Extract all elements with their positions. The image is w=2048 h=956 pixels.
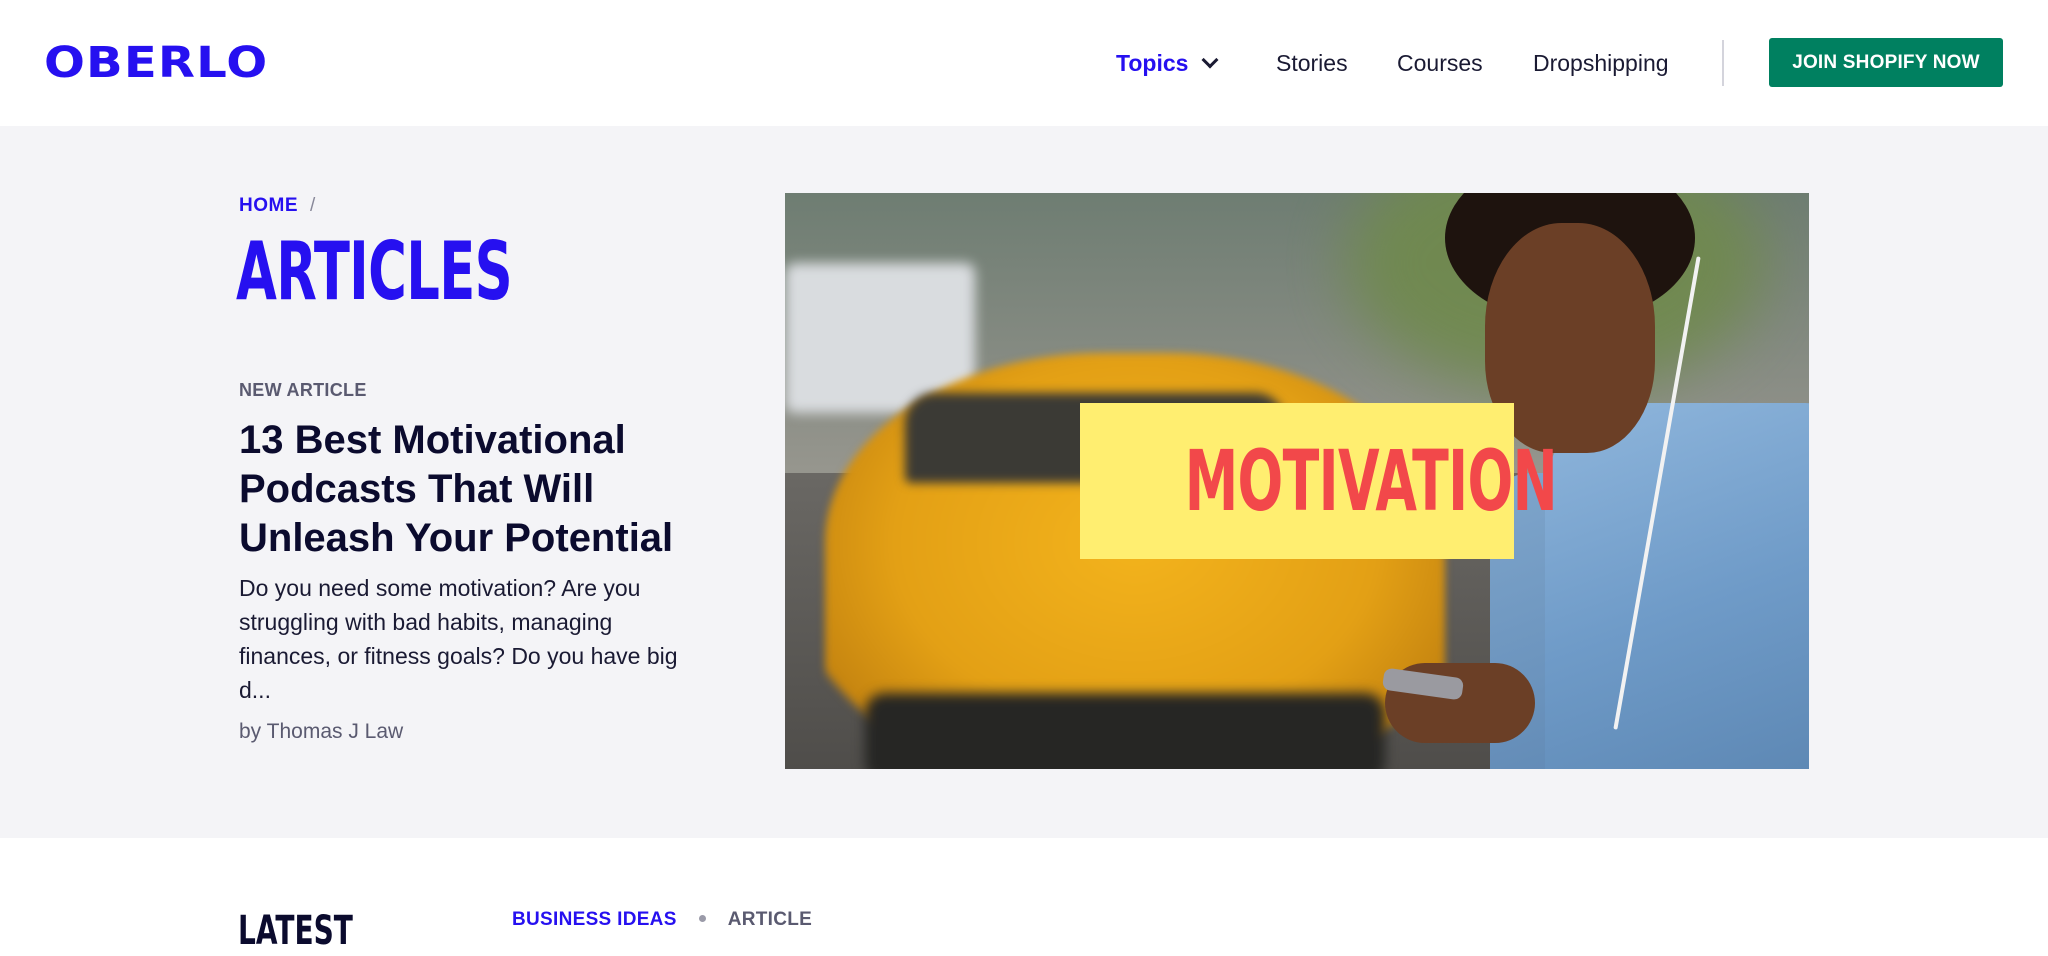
oberlo-logo[interactable]: OBERLO — [44, 40, 268, 86]
new-article-label: NEW ARTICLE — [239, 380, 367, 400]
category-link[interactable]: BUSINESS IDEAS — [512, 909, 677, 930]
hero-section: HOME / ARTICLES NEW ARTICLE 13 Best Motiv… — [0, 126, 2048, 838]
nav-divider — [1722, 40, 1724, 86]
motivation-overlay: MOTIVATION — [1080, 403, 1558, 559]
nav-courses[interactable]: Courses — [1397, 46, 1483, 80]
featured-article-excerpt: Do you need some motivation? Are you str… — [239, 575, 678, 703]
nav-dropshipping[interactable]: Dropshipping — [1533, 46, 1669, 80]
site-header: OBERLO Topics Stories Courses Dropshippi… — [0, 0, 2048, 126]
featured-article-image[interactable]: MOTIVATION — [785, 193, 1809, 769]
breadcrumb: HOME / — [239, 194, 315, 218]
motivation-overlay-text: MOTIVATION — [1080, 403, 1558, 559]
image-jacket — [1545, 403, 1809, 769]
nav-stories[interactable]: Stories — [1276, 46, 1348, 80]
featured-article-title[interactable]: 13 Best Motivational Podcasts That Will … — [239, 416, 709, 563]
breadcrumb-separator: / — [310, 195, 316, 216]
latest-article-meta: BUSINESS IDEAS ARTICLE — [512, 907, 812, 933]
latest-heading: LATEST — [238, 908, 353, 954]
page-title: ARTICLES — [236, 225, 513, 318]
nav-topics-label: Topics — [1116, 50, 1189, 76]
meta-separator-dot — [698, 915, 706, 922]
nav-topics[interactable]: Topics — [1116, 46, 1219, 80]
breadcrumb-home-link[interactable]: HOME — [239, 195, 298, 216]
article-byline: by Thomas J Law — [239, 720, 404, 743]
content-type-label: ARTICLE — [727, 909, 813, 930]
motivation-overlay-label: MOTIVATION — [1184, 432, 1558, 530]
chevron-down-icon — [1201, 51, 1219, 69]
image-taxi-bumper — [865, 693, 1385, 769]
join-shopify-button[interactable]: JOIN SHOPIFY NOW — [1769, 38, 2003, 87]
